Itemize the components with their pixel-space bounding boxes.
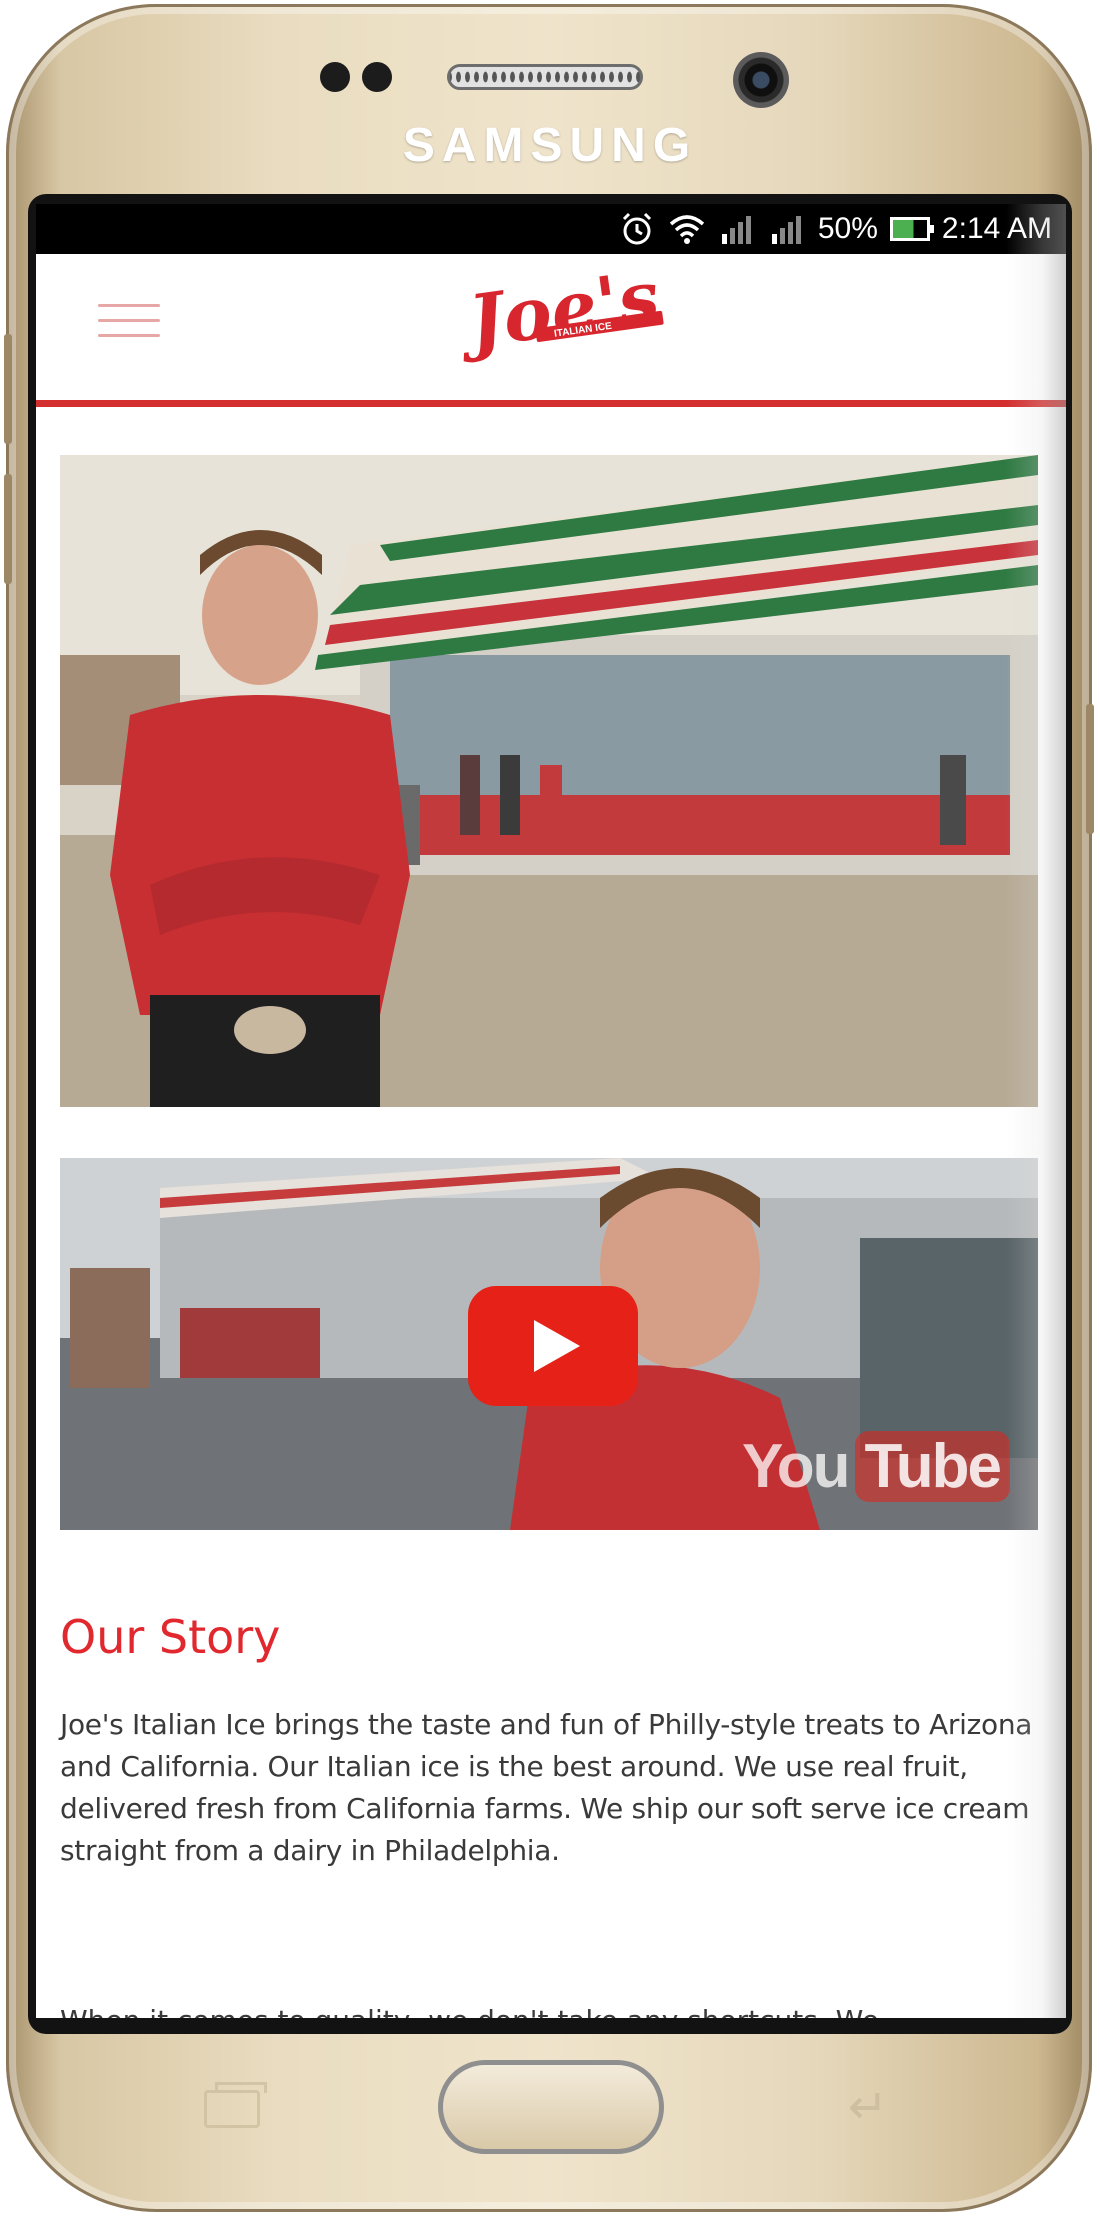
brand-logo: SAMSUNG [402, 119, 698, 172]
signal-icon [771, 216, 801, 244]
story-paragraph-next: When it comes to quality, we don't take … [60, 2000, 1040, 2018]
menu-bar [98, 319, 160, 322]
proximity-sensor [320, 62, 350, 92]
battery-charging-icon [889, 217, 934, 241]
app-header: Joe's ITALIAN ICE [36, 253, 1066, 404]
status-bar: 50% 2:14 AM [36, 204, 1066, 254]
back-icon[interactable]: ↵ [836, 2083, 900, 2131]
front-camera [733, 52, 789, 108]
youtube-watermark-you: You [742, 1431, 850, 1501]
story-paragraph: Joe's Italian Ice brings the taste and f… [60, 1708, 1033, 1867]
youtube-watermark[interactable]: You Tube [742, 1430, 1010, 1502]
menu-bar [98, 334, 160, 337]
header-divider [36, 400, 1066, 407]
home-button[interactable] [438, 2060, 664, 2154]
clock: 2:14 AM [941, 212, 1052, 245]
hero-photo [60, 455, 1038, 1107]
volume-key[interactable] [4, 334, 12, 444]
menu-icon[interactable] [98, 304, 160, 348]
alarm-icon [622, 212, 651, 245]
video-thumbnail[interactable]: You Tube [60, 1158, 1038, 1530]
menu-bar [98, 304, 160, 307]
section-title: Our Story [60, 1610, 281, 1664]
logo-wordmark: Joe's [456, 253, 664, 365]
recent-apps-icon[interactable] [204, 2082, 267, 2128]
play-icon[interactable] [468, 1286, 638, 1406]
volume-key[interactable] [4, 474, 12, 584]
joes-logo[interactable]: Joe's ITALIAN ICE [456, 248, 676, 388]
battery-percentage: 50% [817, 212, 878, 245]
signal-icon [721, 216, 751, 244]
power-key[interactable] [1086, 704, 1094, 834]
wifi-icon [669, 215, 705, 244]
earpiece-speaker [447, 64, 643, 90]
status-icons: 50% 2:14 AM [618, 204, 1052, 254]
phone-screen: 50% 2:14 AM Joe's ITALIAN ICE You Tube O… [36, 204, 1066, 2018]
youtube-watermark-tube: Tube [854, 1430, 1010, 1502]
light-sensor [362, 62, 392, 92]
